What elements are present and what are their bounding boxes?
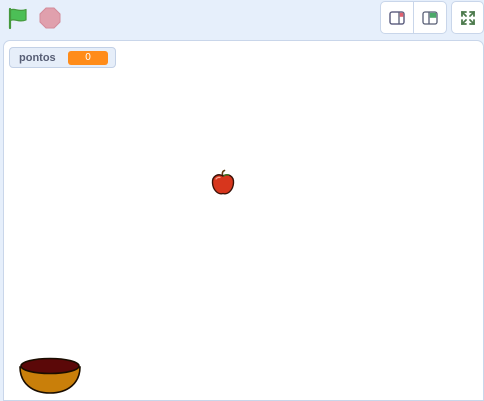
- variable-monitor[interactable]: pontos 0: [9, 47, 116, 68]
- bowl-sprite[interactable]: [18, 355, 82, 395]
- monitor-value: 0: [68, 50, 108, 65]
- fullscreen-icon: [460, 10, 475, 25]
- small-stage-icon: [389, 10, 405, 25]
- stage[interactable]: pontos 0: [3, 40, 484, 401]
- apple-sprite[interactable]: [209, 169, 237, 197]
- stop-icon[interactable]: [38, 6, 62, 30]
- small-stage-button[interactable]: [381, 2, 413, 33]
- stage-header: [0, 0, 484, 38]
- large-stage-icon: [422, 10, 438, 25]
- fullscreen-button[interactable]: [451, 1, 484, 34]
- large-stage-button[interactable]: [413, 2, 446, 33]
- stage-size-toggle: [380, 1, 447, 34]
- green-flag-icon[interactable]: [6, 6, 30, 30]
- monitor-label: pontos: [19, 51, 56, 64]
